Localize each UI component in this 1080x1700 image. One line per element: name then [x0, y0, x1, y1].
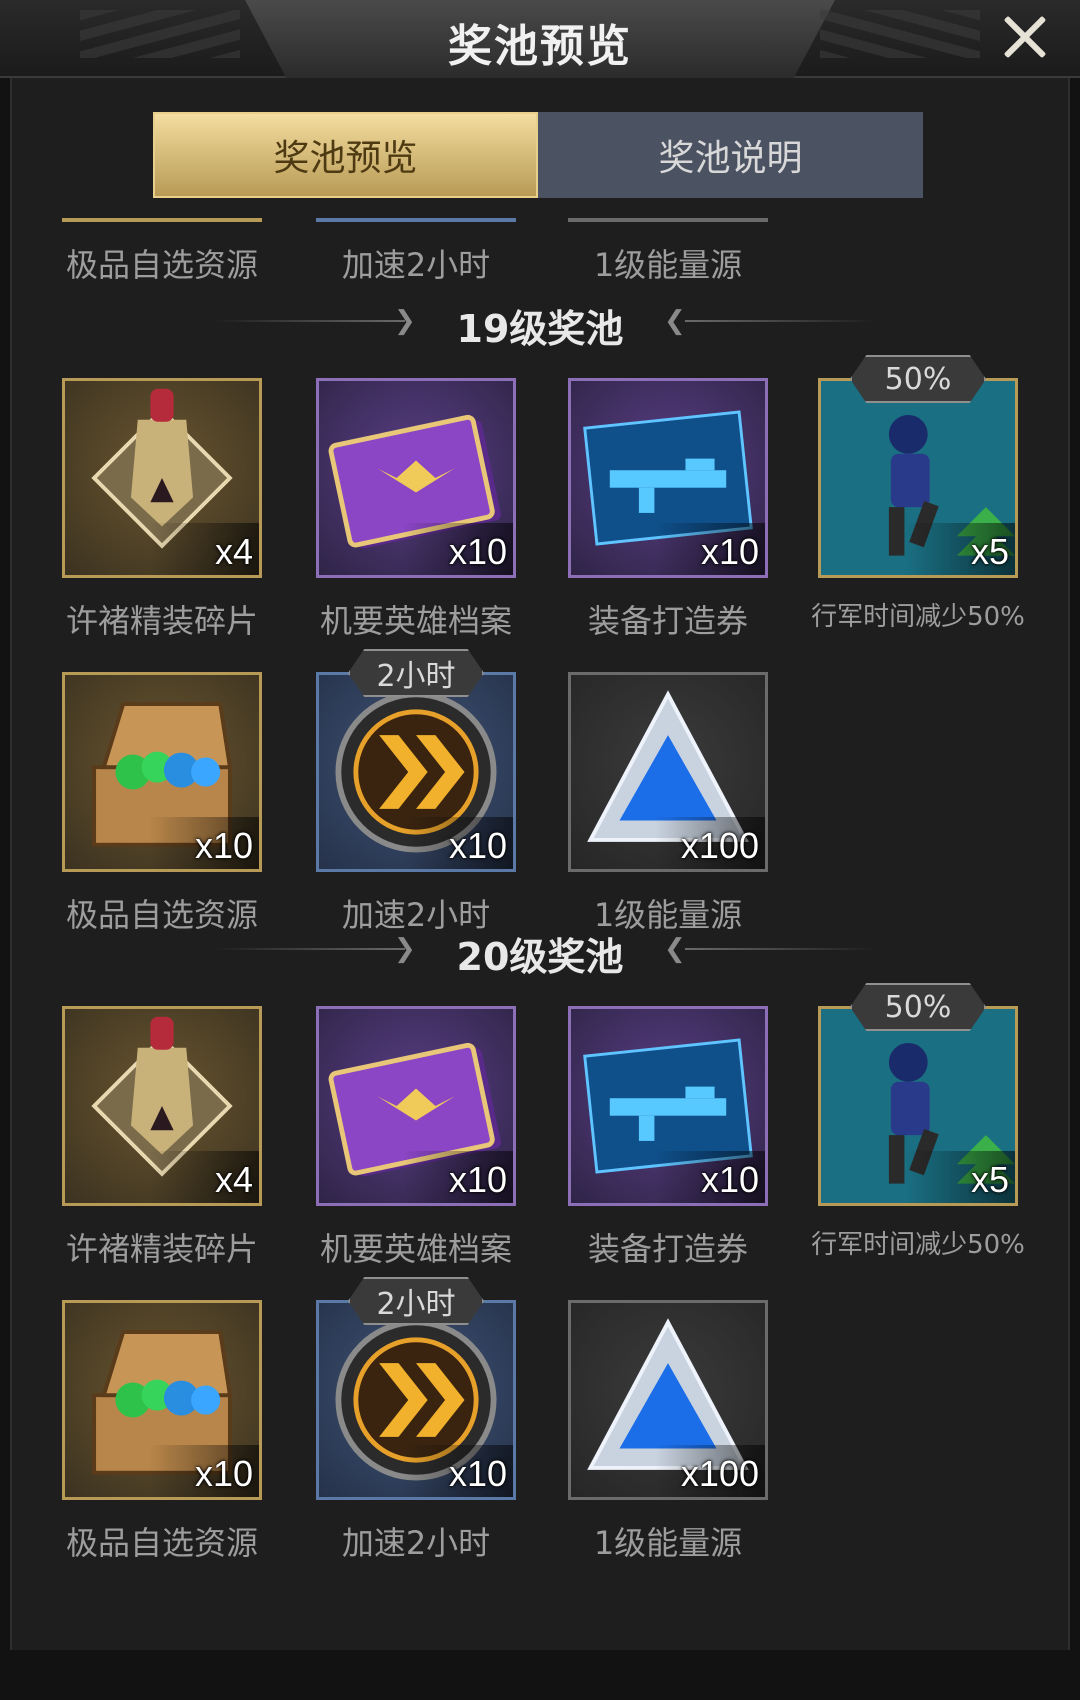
- pool-list[interactable]: 极品自选资源 加速2小时 1级能量源 ❯ 19级奖池 ❮ x4 许褚精装碎片 x…: [0, 198, 1080, 1650]
- pool-title: 19级奖池: [456, 307, 624, 351]
- pool-header: ❯ 19级奖池 ❮: [0, 298, 1080, 351]
- item-quantity: x4: [214, 531, 253, 572]
- item-label: 行军时间减少50%: [811, 1230, 1025, 1260]
- pool-title: 20级奖池: [456, 935, 624, 979]
- item-badge: 2小时: [348, 649, 484, 697]
- item-quantity: x100: [680, 1453, 759, 1494]
- partial-item-edge: [316, 198, 516, 222]
- item-label: 1级能量源: [593, 246, 743, 284]
- item-quantity: x10: [700, 1159, 759, 1200]
- item-quantity: x5: [970, 531, 1009, 572]
- item-label: 许褚精装碎片: [65, 602, 258, 640]
- reward-item[interactable]: x4: [62, 378, 262, 578]
- item-quantity: x10: [700, 531, 759, 572]
- reward-item[interactable]: x10: [62, 1300, 262, 1500]
- divider-line: [685, 948, 875, 950]
- reward-item[interactable]: x4: [62, 1006, 262, 1206]
- tab-pool-description[interactable]: 奖池说明: [538, 112, 923, 198]
- reward-item[interactable]: x10: [568, 378, 768, 578]
- tab-bar: 奖池预览 奖池说明: [153, 112, 923, 198]
- reward-item[interactable]: x10: [316, 378, 516, 578]
- reward-item[interactable]: x100: [568, 672, 768, 872]
- item-quantity: x10: [194, 1453, 253, 1494]
- item-label: 极品自选资源: [65, 246, 258, 284]
- item-quantity: x10: [448, 1159, 507, 1200]
- item-label: 行军时间减少50%: [811, 602, 1025, 632]
- tab-pool-preview[interactable]: 奖池预览: [153, 112, 538, 198]
- reward-item[interactable]: 50% x5: [818, 355, 1018, 578]
- item-quantity: x100: [680, 825, 759, 866]
- item-label: 加速2小时: [341, 246, 491, 284]
- header-bar: 奖池预览: [0, 0, 1080, 78]
- item-label: 加速2小时: [341, 1524, 491, 1562]
- reward-item[interactable]: 50% x5: [818, 983, 1018, 1206]
- reward-item[interactable]: x10: [316, 1006, 516, 1206]
- item-badge: 2小时: [348, 1277, 484, 1325]
- chevron-left-icon: ❮: [664, 306, 686, 336]
- chevron-left-icon: ❮: [664, 934, 686, 964]
- item-quantity: x10: [194, 825, 253, 866]
- reward-item[interactable]: 2小时 x10: [316, 649, 516, 872]
- item-label: 装备打造券: [587, 602, 748, 640]
- item-quantity: x4: [214, 1159, 253, 1200]
- partial-item-row: 极品自选资源 加速2小时 1级能量源: [0, 198, 1080, 288]
- reward-item[interactable]: 2小时 x10: [316, 1277, 516, 1500]
- pool-header: ❯ 20级奖池 ❮: [0, 926, 1080, 979]
- page-title: 奖池预览: [448, 21, 632, 72]
- item-label: 许褚精装碎片: [65, 1230, 258, 1268]
- divider-line: [685, 320, 875, 322]
- item-label: 1级能量源: [593, 1524, 743, 1562]
- reward-item[interactable]: x10: [568, 1006, 768, 1206]
- partial-item-edge: [568, 198, 768, 222]
- reward-item[interactable]: x100: [568, 1300, 768, 1500]
- item-badge: 50%: [850, 983, 986, 1031]
- partial-item-edge: [62, 198, 262, 222]
- close-icon[interactable]: [1000, 12, 1050, 62]
- item-quantity: x10: [448, 1453, 507, 1494]
- item-badge: 50%: [850, 355, 986, 403]
- item-quantity: x10: [448, 531, 507, 572]
- item-label: 装备打造券: [587, 1230, 748, 1268]
- item-quantity: x5: [970, 1159, 1009, 1200]
- item-label: 极品自选资源: [65, 1524, 258, 1562]
- item-label: 机要英雄档案: [319, 1230, 512, 1268]
- item-quantity: x10: [448, 825, 507, 866]
- reward-item[interactable]: x10: [62, 672, 262, 872]
- item-label: 机要英雄档案: [319, 602, 512, 640]
